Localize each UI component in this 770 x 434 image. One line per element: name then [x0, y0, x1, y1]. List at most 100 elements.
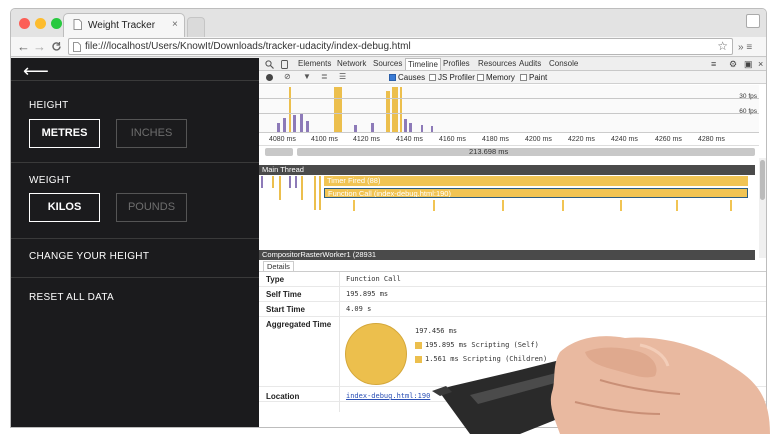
address-bar[interactable]: file:///localhost/Users/KnowIt/Downloads… — [68, 38, 733, 55]
memory-checkbox[interactable] — [477, 74, 484, 81]
location-key: Location — [266, 392, 300, 401]
kilos-button[interactable]: KILOS — [29, 193, 100, 222]
new-tab-button[interactable] — [187, 17, 205, 37]
task-marker — [620, 200, 622, 211]
flame-scrollbar[interactable] — [759, 158, 766, 258]
compositor-thread-header[interactable]: CompositorRasterWorker1 (28931 — [259, 250, 755, 260]
ruler-tick: 4260 ms — [655, 136, 682, 143]
tab-timeline[interactable]: Timeline — [405, 58, 441, 70]
divider — [11, 238, 259, 239]
change-height-link[interactable]: CHANGE YOUR HEIGHT — [29, 251, 149, 262]
causes-checkbox[interactable] — [389, 74, 396, 81]
fps-60-label: 60 fps — [739, 108, 757, 115]
main-thread-header[interactable]: Main Thread — [259, 165, 755, 175]
type-key: Type — [266, 275, 285, 284]
console-drawer-icon[interactable]: ≡ — [711, 59, 716, 69]
tab-network[interactable]: Network — [337, 59, 366, 68]
back-arrow-icon[interactable]: ⟵ — [23, 61, 49, 82]
start-time-key: Start Time — [266, 305, 305, 314]
paint-checkbox[interactable] — [520, 74, 527, 81]
tab-profiles[interactable]: Profiles — [443, 59, 470, 68]
detail-row-aggregated: Aggregated Time — [259, 317, 766, 387]
inches-button[interactable]: INCHES — [116, 119, 187, 148]
close-icon[interactable]: × — [758, 59, 763, 69]
user-profile-icon[interactable] — [746, 14, 760, 28]
tab-close-icon[interactable]: × — [172, 19, 178, 30]
task-marker — [730, 200, 732, 211]
task-marker — [279, 176, 281, 200]
clear-icon[interactable]: ⊘ — [284, 72, 291, 81]
function-call-event[interactable]: Function Call (index-debug.html:190) — [324, 188, 748, 198]
js-profiler-checkbox[interactable] — [429, 74, 436, 81]
type-value: Function Call — [346, 275, 401, 283]
weight-label: WEIGHT — [29, 175, 71, 186]
js-profiler-label: JS Profiler — [438, 73, 475, 82]
inspect-icon[interactable] — [265, 60, 274, 69]
task-marker — [433, 200, 435, 211]
ruler-tick: 4220 ms — [568, 136, 595, 143]
back-arrow-icon[interactable]: ← — [17, 39, 30, 55]
overview-bars-icon[interactable]: ≣ — [321, 72, 328, 81]
reset-data-link[interactable]: RESET ALL DATA — [29, 292, 114, 303]
forward-arrow-icon[interactable]: → — [33, 39, 46, 55]
fps-30-label: 30 fps — [739, 93, 757, 100]
legend-scripting-self: 195.895 ms Scripting (Self) — [425, 341, 539, 349]
tab-audits[interactable]: Audits — [519, 59, 541, 68]
frames-chart — [277, 87, 433, 132]
task-marker — [562, 200, 564, 211]
minimize-window-button[interactable] — [35, 18, 46, 29]
memory-label: Memory — [486, 73, 515, 82]
tab-elements[interactable]: Elements — [298, 59, 331, 68]
fps-60-line — [259, 113, 759, 114]
duration-bar: 213.698 ms — [259, 147, 759, 158]
chrome-menu-icon[interactable]: » ≡ — [738, 40, 752, 56]
detail-row-self-time: Self Time 195.895 ms — [259, 287, 766, 302]
device-mode-icon[interactable] — [281, 60, 288, 69]
ruler-tick: 4200 ms — [525, 136, 552, 143]
legend-swatch-children — [415, 356, 422, 363]
details-tab[interactable]: Details — [263, 261, 294, 271]
record-button[interactable] — [266, 74, 273, 81]
url-text: file:///localhost/Users/KnowIt/Downloads… — [85, 41, 411, 52]
legend-swatch-self — [415, 342, 422, 349]
duration-handle[interactable] — [265, 148, 293, 156]
pounds-button[interactable]: POUNDS — [116, 193, 187, 222]
divider — [11, 277, 259, 278]
divider — [11, 80, 259, 81]
weight-tracker-app: ⟵ HEIGHT METRES INCHES WEIGHT KILOS POUN… — [11, 58, 259, 427]
duration-label: 213.698 ms — [469, 147, 509, 156]
ruler-tick: 4100 ms — [311, 136, 338, 143]
ruler-tick: 4120 ms — [353, 136, 380, 143]
timeline-overview[interactable]: 30 fps 60 fps — [259, 85, 759, 133]
bookmark-star-icon[interactable]: ☆ — [717, 39, 728, 53]
filter-icon[interactable]: ▼ — [303, 72, 311, 81]
tab-console[interactable]: Console — [549, 59, 578, 68]
duration-range[interactable] — [297, 148, 755, 156]
task-marker — [502, 200, 504, 211]
task-marker — [272, 176, 274, 188]
dock-icon[interactable]: ▣ — [744, 59, 753, 70]
gear-icon[interactable]: ⚙ — [729, 59, 737, 70]
scroll-thumb[interactable] — [760, 160, 765, 200]
start-time-value: 4.09 s — [346, 305, 372, 313]
ruler-tick: 4080 ms — [269, 136, 296, 143]
details-column-divider — [339, 272, 340, 412]
flame-chart-icon[interactable]: ☰ — [339, 72, 346, 81]
metres-button[interactable]: METRES — [29, 119, 100, 148]
location-link[interactable]: index-debug.html:190 — [346, 392, 430, 400]
task-marker — [353, 200, 355, 211]
ruler-tick: 4160 ms — [439, 136, 466, 143]
timer-fired-event[interactable]: Timer Fired (88) — [324, 176, 748, 186]
aggregated-key: Aggregated Time — [266, 320, 332, 329]
browser-tab[interactable]: Weight Tracker × — [63, 13, 185, 37]
detail-row-type: Type Function Call — [259, 272, 766, 287]
maximize-window-button[interactable] — [51, 18, 62, 29]
tab-resources[interactable]: Resources — [478, 59, 516, 68]
reload-icon[interactable] — [51, 41, 62, 52]
close-window-button[interactable] — [19, 18, 30, 29]
task-marker — [289, 176, 291, 188]
time-ruler: 4080 ms 4100 ms 4120 ms 4140 ms 4160 ms … — [259, 134, 759, 146]
tab-title: Weight Tracker — [88, 20, 156, 31]
page-icon — [73, 19, 82, 30]
tab-sources[interactable]: Sources — [373, 59, 402, 68]
